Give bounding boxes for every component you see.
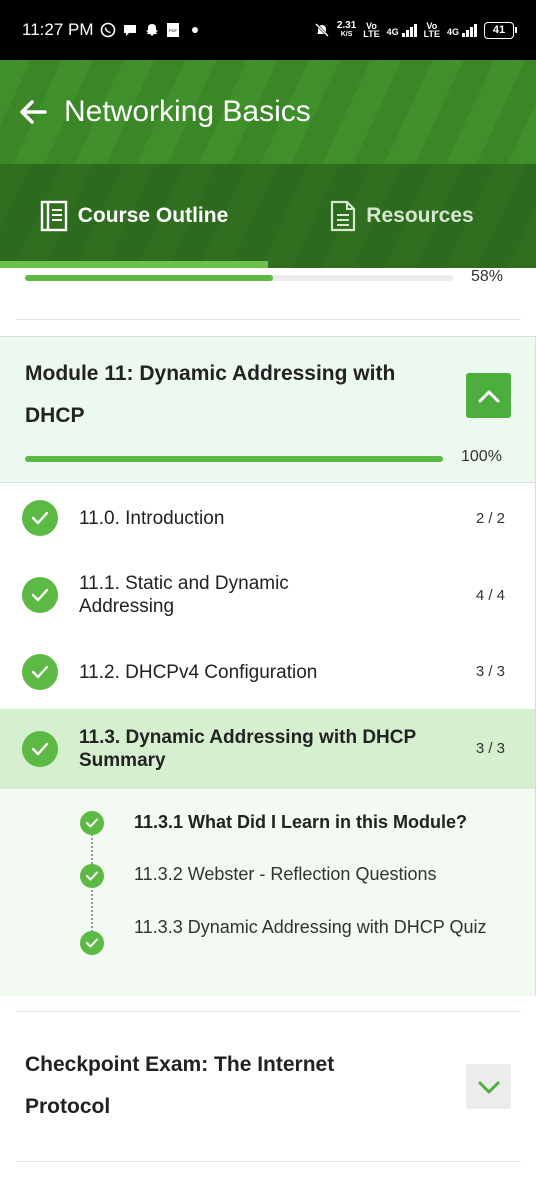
chevron-up-icon	[478, 390, 499, 402]
expand-button[interactable]	[466, 1064, 511, 1109]
volte-badge-2: Vo LTE	[423, 21, 440, 39]
lesson-item[interactable]: 11.2. DHCPv4 Configuration 3 / 3	[0, 637, 535, 709]
module-title: Module 11: Dynamic Addressing with DHCP	[25, 362, 396, 427]
tab-course-outline[interactable]: Course Outline	[0, 164, 268, 268]
page-title: Networking Basics	[64, 95, 311, 128]
signal-icon-2: 4G	[447, 23, 477, 37]
system-indicators: 2.31 K/S Vo LTE 4G Vo LTE 4G 41	[314, 20, 517, 39]
pdf-icon: PDF	[166, 23, 179, 37]
check-circle-icon	[22, 654, 58, 690]
arrow-left-icon[interactable]	[18, 97, 48, 127]
app-header: Networking Basics Course Outline Resourc…	[0, 60, 536, 268]
chat-icon	[123, 25, 136, 36]
check-circle-icon	[80, 811, 104, 835]
module-card: Module 11: Dynamic Addressing with DHCP …	[0, 336, 536, 996]
sub-item-title[interactable]: 11.3.3 Dynamic Addressing with DHCP Quiz	[134, 913, 504, 942]
whatsapp-icon	[100, 22, 115, 38]
sub-item-list: 11.3.1 What Did I Learn in this Module? …	[0, 789, 535, 996]
lesson-item[interactable]: 11.0. Introduction 2 / 2	[0, 483, 535, 553]
module-progress-fill	[25, 456, 443, 462]
battery-icon: 41	[484, 21, 517, 39]
tab-bar: Course Outline Resources	[0, 164, 536, 268]
chevron-down-icon	[478, 1081, 499, 1093]
divider	[16, 1161, 521, 1162]
divider	[16, 319, 521, 320]
snapchat-icon	[145, 24, 158, 36]
check-circle-icon	[22, 577, 58, 613]
course-progress-fill	[25, 275, 274, 281]
signal-icon: 4G	[387, 23, 417, 37]
lesson-count: 2 / 2	[475, 510, 505, 527]
lesson-item-active[interactable]: 11.3. Dynamic Addressing with DHCP Summa…	[0, 709, 535, 789]
collapse-button[interactable]	[466, 373, 511, 418]
check-circle-icon	[80, 931, 104, 955]
check-circle-icon	[80, 864, 104, 888]
mute-bell-icon	[314, 23, 329, 37]
lesson-title: 11.2. DHCPv4 Configuration	[79, 662, 318, 683]
check-circle-icon	[22, 731, 58, 767]
tab-label: Resources	[366, 204, 474, 227]
sub-item-title[interactable]: 11.3.1 What Did I Learn in this Module?	[134, 808, 467, 837]
module-progress-bar	[25, 456, 443, 462]
notification-icons: PDF	[100, 22, 198, 38]
lesson-item[interactable]: 11.1. Static and Dynamic Addressing 4 / …	[0, 553, 535, 637]
sub-item-title[interactable]: 11.3.2 Webster - Reflection Questions	[134, 860, 436, 889]
status-time: 11:27 PM	[22, 20, 94, 39]
svg-text:PDF: PDF	[169, 28, 178, 33]
document-icon	[331, 200, 356, 232]
lesson-title: 11.1. Static and Dynamic Addressing	[79, 573, 289, 617]
module-progress-percent: 100%	[461, 448, 502, 465]
module-header[interactable]: Module 11: Dynamic Addressing with DHCP …	[0, 337, 535, 483]
tab-resources[interactable]: Resources	[268, 164, 536, 268]
active-tab-indicator	[0, 261, 268, 268]
tab-label: Course Outline	[77, 204, 229, 227]
course-progress-bar	[25, 275, 453, 281]
course-progress-percent: 58%	[471, 268, 504, 285]
next-module-title[interactable]: Checkpoint Exam: The Internet Protocol	[25, 1044, 425, 1128]
dot-icon	[191, 27, 198, 33]
volte-badge-1: Vo LTE	[363, 21, 380, 39]
divider	[16, 1011, 521, 1012]
lesson-title: 11.0. Introduction	[79, 508, 225, 529]
lesson-count: 3 / 3	[475, 740, 505, 757]
book-icon	[40, 200, 67, 232]
network-speed: 2.31 K/S	[336, 20, 357, 39]
lesson-title: 11.3. Dynamic Addressing with DHCP Summa…	[79, 727, 416, 771]
lesson-count: 3 / 3	[475, 663, 505, 680]
lesson-count: 4 / 4	[475, 587, 505, 604]
check-circle-icon	[22, 500, 58, 536]
course-progress: 58%	[0, 268, 536, 320]
status-bar: 11:27 PM PDF 2.31 K/S Vo LTE 4G Vo LTE 4…	[0, 0, 536, 60]
